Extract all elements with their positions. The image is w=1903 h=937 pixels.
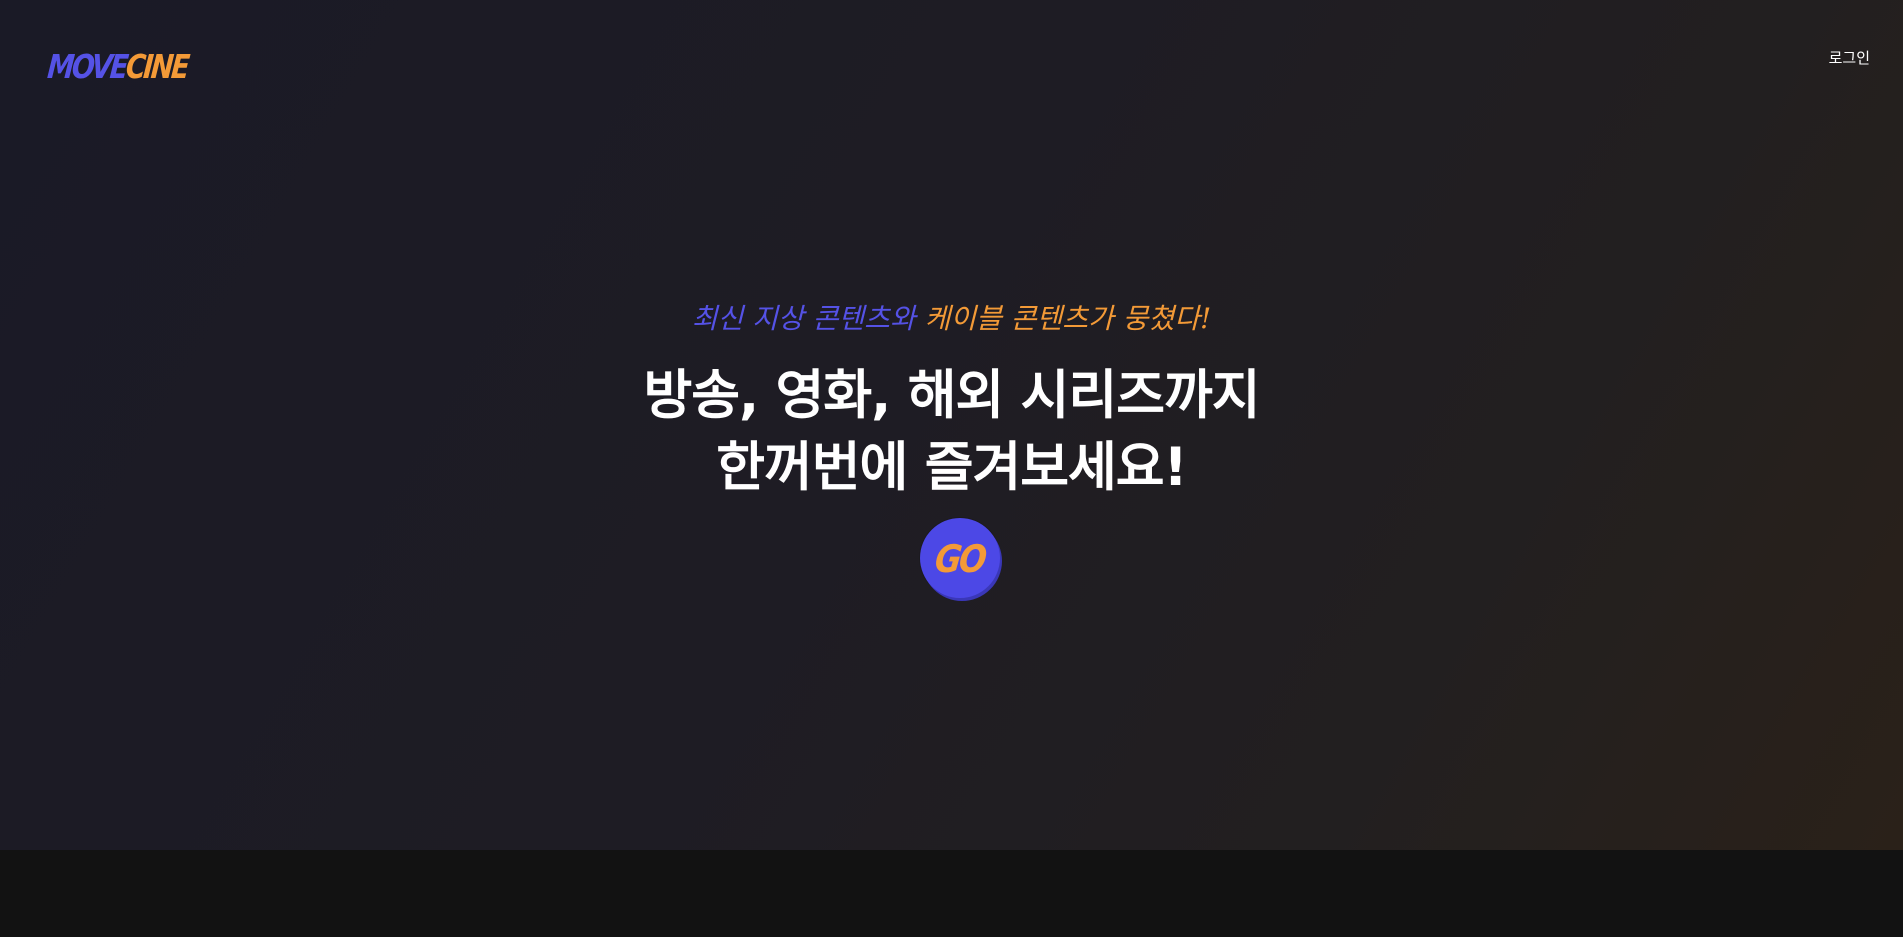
footer-band (0, 850, 1903, 937)
movecine-logo[interactable]: MOVECINE (45, 47, 190, 86)
go-button-label: GO (932, 537, 988, 581)
go-button[interactable]: GO (920, 518, 1000, 598)
hero-tagline: 최신 지상 콘텐츠와 케이블 콘텐츠가 뭉쳤다! (0, 305, 1903, 333)
logo-move-text: MOVE (45, 47, 128, 86)
hero-headline: 방송, 영화, 해외 시리즈까지 한꺼번에 즐겨보세요! (0, 360, 1903, 504)
logo-cine-text: CINE (124, 47, 190, 86)
tagline-terrestrial: 최신 지상 콘텐츠와 (691, 302, 925, 335)
hero-section: MOVECINE 로그인 최신 지상 콘텐츠와 케이블 콘텐츠가 뭉쳤다! 방송… (0, 0, 1903, 850)
headline-line-2: 한꺼번에 즐겨보세요! (716, 437, 1187, 498)
tagline-cable: 케이블 콘텐츠가 뭉쳤다! (924, 302, 1212, 335)
headline-line-1: 방송, 영화, 해외 시리즈까지 (643, 365, 1261, 426)
login-link[interactable]: 로그인 (1829, 51, 1870, 66)
